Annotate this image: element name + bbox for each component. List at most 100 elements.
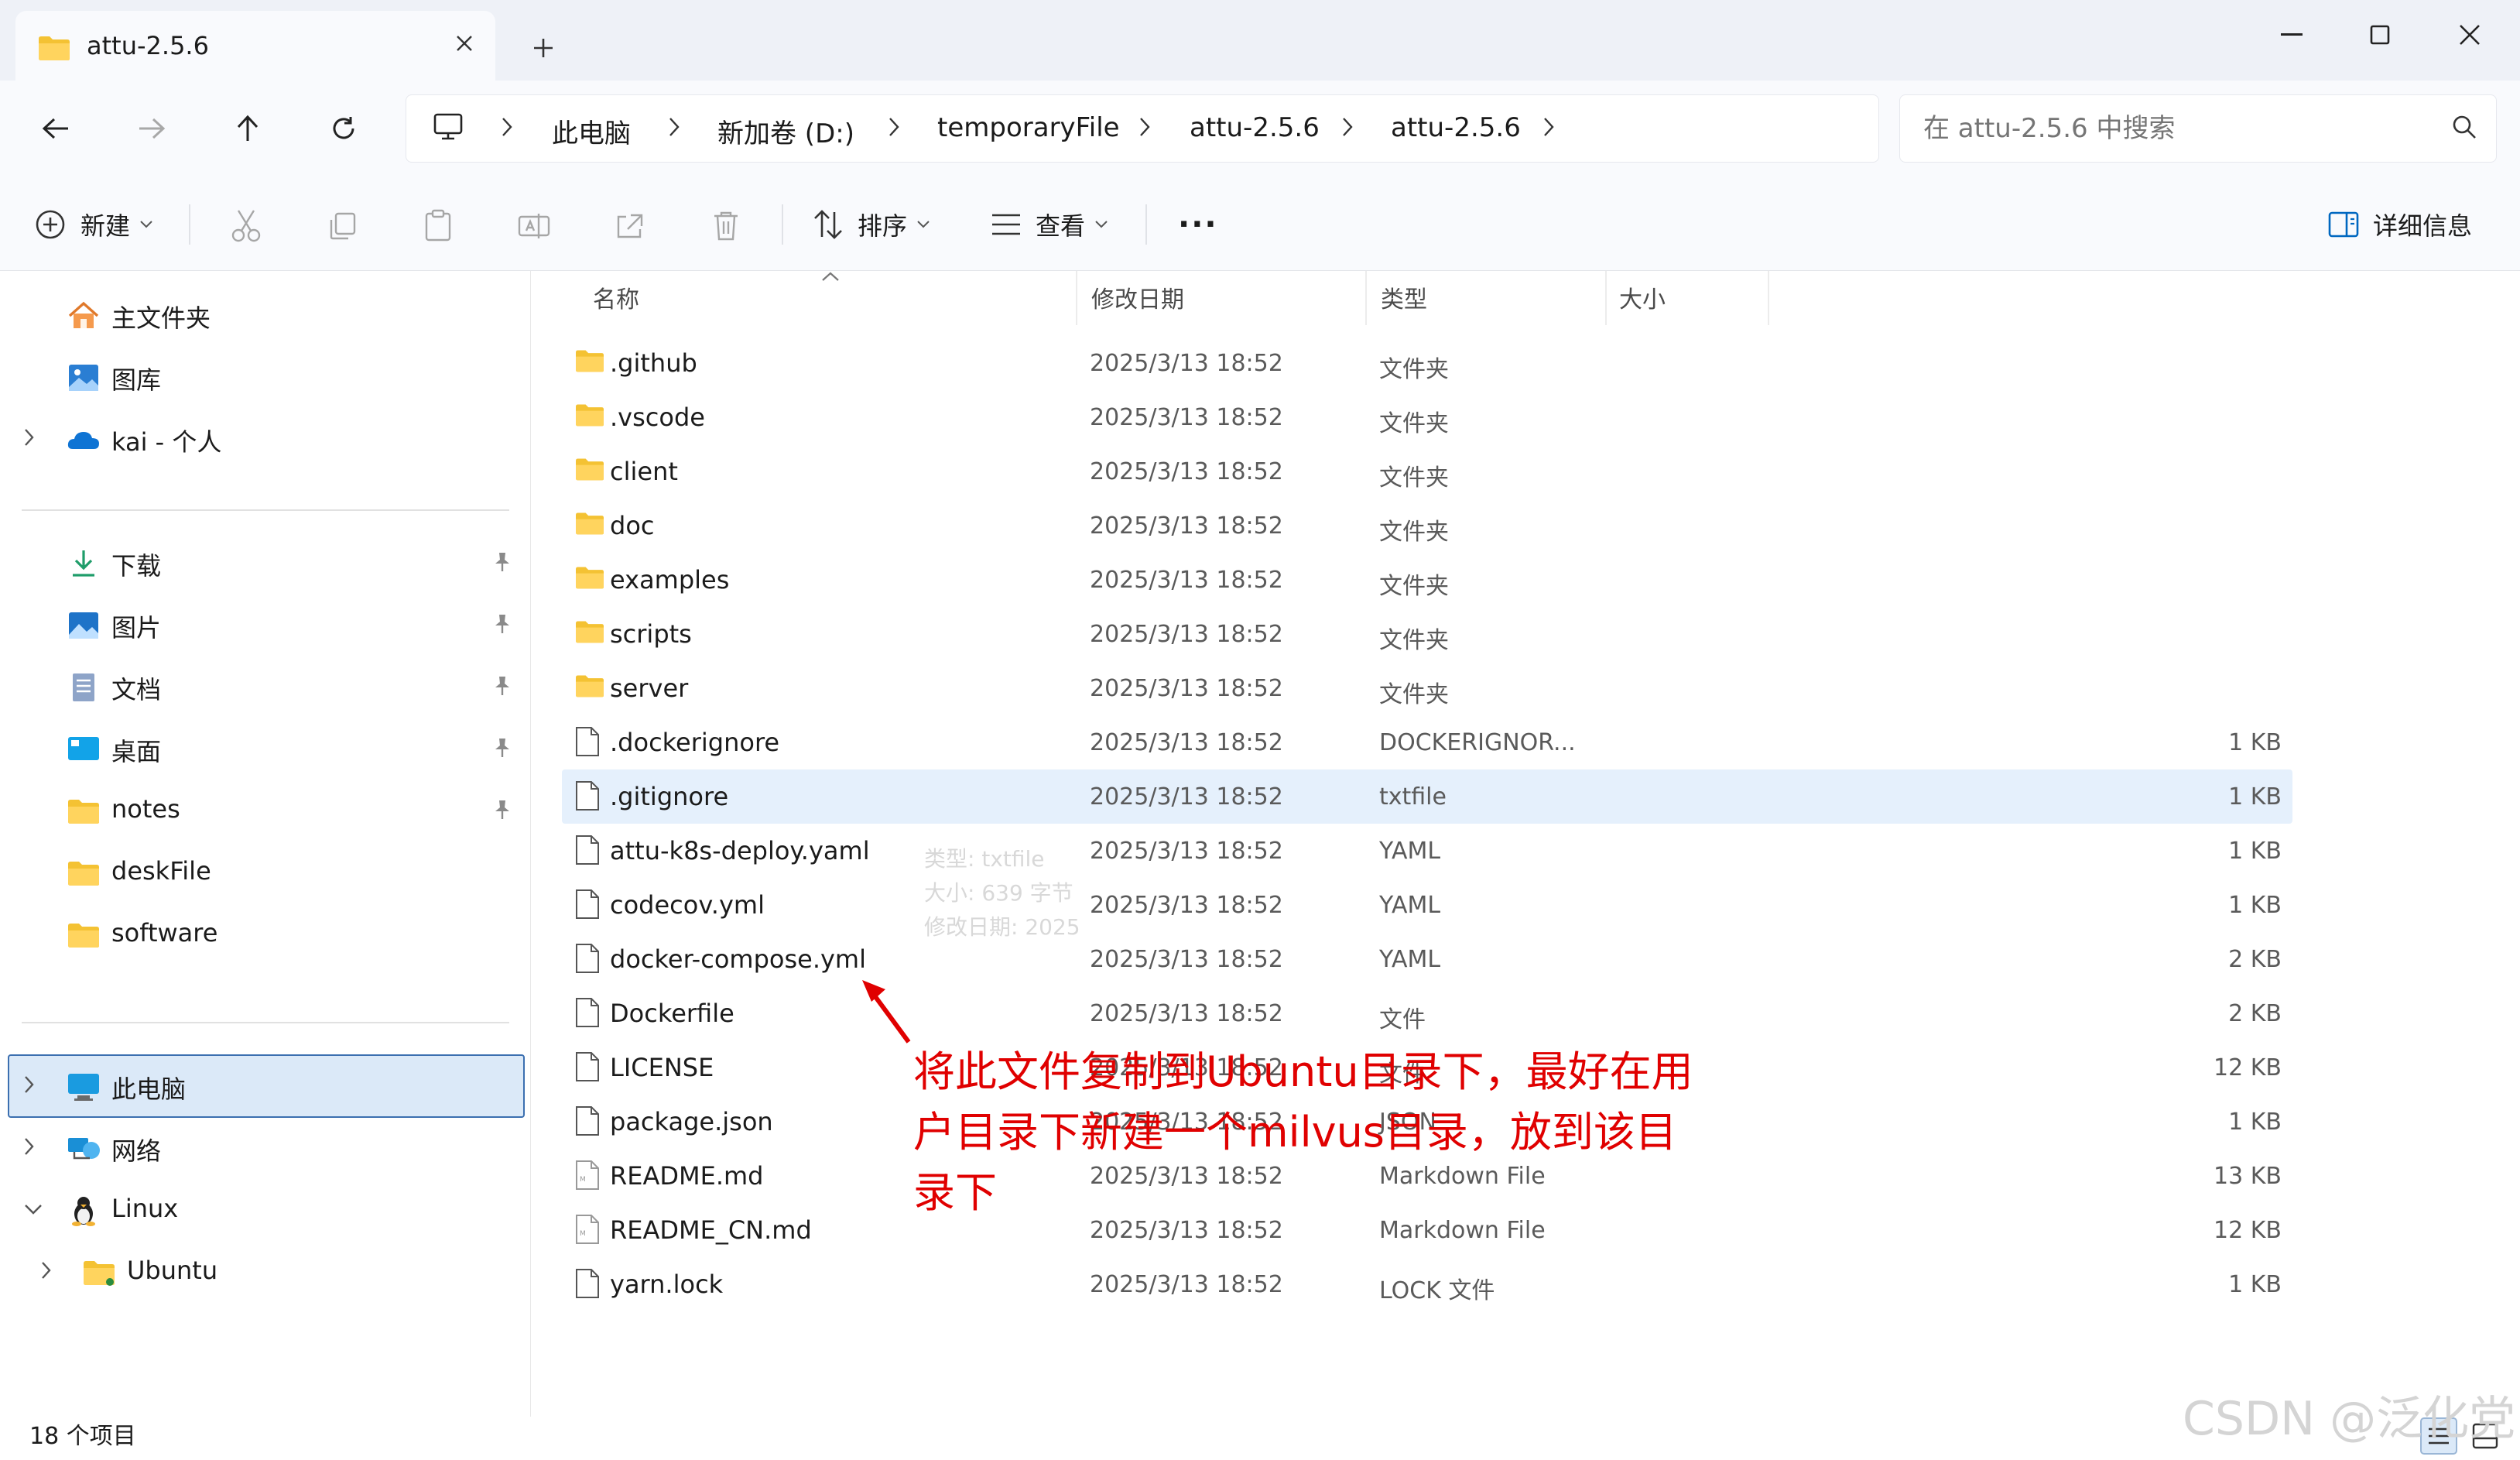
view-button[interactable]: 查看 bbox=[991, 203, 1108, 246]
sidebar-item-onedrive[interactable]: kai - 个人 bbox=[0, 410, 531, 466]
sort-label: 排序 bbox=[858, 211, 908, 241]
chevron-right-icon bbox=[669, 118, 680, 136]
forward-button[interactable] bbox=[127, 104, 176, 153]
arrow-left-icon bbox=[42, 118, 68, 139]
back-button[interactable] bbox=[31, 104, 80, 153]
pin-icon[interactable] bbox=[492, 737, 512, 759]
file-row[interactable]: docker-compose.yml 2025/3/13 18:52 YAML 2 K… bbox=[562, 932, 2292, 986]
file-row[interactable]: .dockerignore 2025/3/13 18:52 DOCKERIGNOR.… bbox=[562, 715, 2292, 769]
svg-text:M: M bbox=[580, 1230, 586, 1238]
file-row[interactable]: client 2025/3/13 18:52 文件夹 bbox=[562, 444, 2292, 499]
column-header-name[interactable]: 名称 bbox=[593, 280, 639, 314]
sidebar-item-deskfile[interactable]: deskFile bbox=[0, 844, 531, 900]
breadcrumb-this-pc[interactable]: 此电脑 bbox=[552, 112, 631, 150]
column-divider[interactable] bbox=[1365, 271, 1367, 325]
breadcrumb-temporaryfile[interactable]: temporaryFile bbox=[937, 112, 1120, 143]
tab-active[interactable]: attu-2.5.6 bbox=[15, 11, 495, 81]
file-row[interactable]: yarn.lock 2025/3/13 18:52 LOCK 文件 1 KB bbox=[562, 1257, 2292, 1311]
folder-icon bbox=[574, 672, 605, 703]
close-window-button[interactable] bbox=[2427, 8, 2512, 62]
search-icon[interactable] bbox=[2451, 114, 2477, 140]
sidebar-item-this-pc[interactable]: 此电脑 bbox=[0, 1057, 531, 1113]
sort-button[interactable]: 排序 bbox=[813, 203, 930, 246]
chevron-right-icon[interactable] bbox=[23, 1136, 36, 1157]
chevron-right-icon[interactable] bbox=[23, 427, 36, 447]
tooltip-date: 修改日期: 2025 bbox=[924, 914, 1080, 940]
column-header-date[interactable]: 修改日期 bbox=[1091, 280, 1184, 314]
column-divider[interactable] bbox=[1076, 271, 1077, 325]
sidebar-item-home[interactable]: 主文件夹 bbox=[0, 286, 531, 342]
column-divider[interactable] bbox=[1768, 271, 1769, 325]
breadcrumb-drive-d[interactable]: 新加卷 (D:) bbox=[717, 112, 854, 150]
breadcrumb-attu-current[interactable]: attu-2.5.6 bbox=[1391, 112, 1521, 143]
pin-icon[interactable] bbox=[492, 551, 512, 573]
maximize-icon bbox=[2370, 25, 2390, 45]
file-row[interactable]: .gitignore 2025/3/13 18:52 txtfile 1 KB bbox=[562, 769, 2292, 824]
new-label: 新建 bbox=[80, 211, 131, 241]
file-row[interactable]: .vscode 2025/3/13 18:52 文件夹 bbox=[562, 390, 2292, 444]
sidebar-item-ubuntu[interactable]: Ubuntu bbox=[0, 1243, 531, 1299]
file-icon bbox=[574, 835, 601, 869]
file-name: yarn.lock bbox=[610, 1270, 724, 1299]
file-row[interactable]: scripts 2025/3/13 18:52 文件夹 bbox=[562, 607, 2292, 661]
chevron-right-icon[interactable] bbox=[1542, 115, 1555, 139]
file-list: 名称 修改日期 类型 大小 .github 2025/3/13 18:52 文件夹.… bbox=[532, 271, 2520, 1417]
details-pane-button[interactable]: 详细信息 bbox=[2328, 203, 2472, 246]
file-icon bbox=[574, 997, 601, 1031]
file-size: 1 KB bbox=[2228, 1271, 2282, 1298]
sidebar-item-gallery[interactable]: 图库 bbox=[0, 348, 531, 404]
file-row[interactable]: doc 2025/3/13 18:52 文件夹 bbox=[562, 499, 2292, 553]
new-button[interactable]: 新建 bbox=[34, 203, 153, 246]
file-row[interactable]: codecov.yml 2025/3/13 18:52 YAML 1 KB bbox=[562, 878, 2292, 932]
chevron-right-icon[interactable] bbox=[23, 1074, 36, 1095]
pin-icon[interactable] bbox=[492, 613, 512, 635]
delete-button[interactable] bbox=[707, 207, 745, 245]
new-tab-button[interactable] bbox=[522, 26, 565, 70]
chevron-down-icon[interactable] bbox=[23, 1203, 43, 1217]
search-input[interactable] bbox=[1923, 109, 2419, 148]
sidebar-item-label: deskFile bbox=[111, 856, 211, 886]
file-size: 2 KB bbox=[2228, 1000, 2282, 1027]
chevron-right-icon[interactable] bbox=[40, 1260, 53, 1280]
file-row[interactable]: attu-k8s-deploy.yaml 2025/3/13 18:52 YAML 1… bbox=[562, 824, 2292, 878]
search-box[interactable] bbox=[1899, 94, 2497, 163]
cut-button[interactable] bbox=[228, 207, 265, 245]
file-row[interactable]: server 2025/3/13 18:52 文件夹 bbox=[562, 661, 2292, 715]
share-button[interactable] bbox=[611, 207, 649, 245]
column-divider[interactable] bbox=[1605, 271, 1607, 325]
file-row[interactable]: .github 2025/3/13 18:52 文件夹 bbox=[562, 336, 2292, 390]
chevron-down-icon bbox=[140, 221, 152, 228]
details-label: 详细信息 bbox=[2373, 211, 2473, 241]
title-bar: attu-2.5.6 bbox=[0, 0, 2520, 81]
sidebar-item-network[interactable]: 网络 bbox=[0, 1119, 531, 1175]
sidebar-item-notes[interactable]: notes bbox=[0, 782, 531, 838]
sidebar-item-documents[interactable]: 文档 bbox=[0, 658, 531, 714]
refresh-button[interactable] bbox=[319, 104, 368, 153]
pin-icon[interactable] bbox=[492, 799, 512, 821]
file-type: YAML bbox=[1379, 892, 1441, 919]
toolbar-divider bbox=[1145, 204, 1147, 245]
column-header-type[interactable]: 类型 bbox=[1381, 280, 1427, 314]
sidebar-item-desktop[interactable]: 桌面 bbox=[0, 720, 531, 776]
file-row[interactable]: Dockerfile 2025/3/13 18:52 文件 2 KB bbox=[562, 986, 2292, 1040]
pin-icon[interactable] bbox=[492, 675, 512, 697]
sidebar-item-software[interactable]: software bbox=[0, 906, 531, 961]
address-bar[interactable]: 此电脑 新加卷 (D:) temporaryFile attu-2.5.6 at… bbox=[406, 94, 1879, 163]
sidebar-item-pictures[interactable]: 图片 bbox=[0, 596, 531, 652]
file-tooltip: 类型: txtfile 大小: 639 字节 修改日期: 2025 bbox=[924, 842, 1094, 946]
close-tab-icon[interactable] bbox=[446, 25, 483, 62]
up-button[interactable] bbox=[223, 104, 272, 153]
file-row[interactable]: examples 2025/3/13 18:52 文件夹 bbox=[562, 553, 2292, 607]
minimize-button[interactable] bbox=[2249, 8, 2334, 62]
paste-button[interactable] bbox=[419, 207, 457, 245]
sidebar-item-downloads[interactable]: 下载 bbox=[0, 534, 531, 590]
rename-button[interactable] bbox=[515, 207, 553, 245]
maximize-button[interactable] bbox=[2337, 8, 2422, 62]
breadcrumb-attu-parent[interactable]: attu-2.5.6 bbox=[1190, 112, 1320, 143]
copy-button[interactable] bbox=[324, 207, 361, 245]
file-type: YAML bbox=[1379, 946, 1441, 973]
sidebar-item-linux[interactable]: Linux bbox=[0, 1181, 531, 1237]
folder-icon bbox=[574, 509, 605, 540]
column-header-size[interactable]: 大小 bbox=[1619, 280, 1666, 314]
more-options-button[interactable]: ··· bbox=[1178, 203, 1218, 246]
